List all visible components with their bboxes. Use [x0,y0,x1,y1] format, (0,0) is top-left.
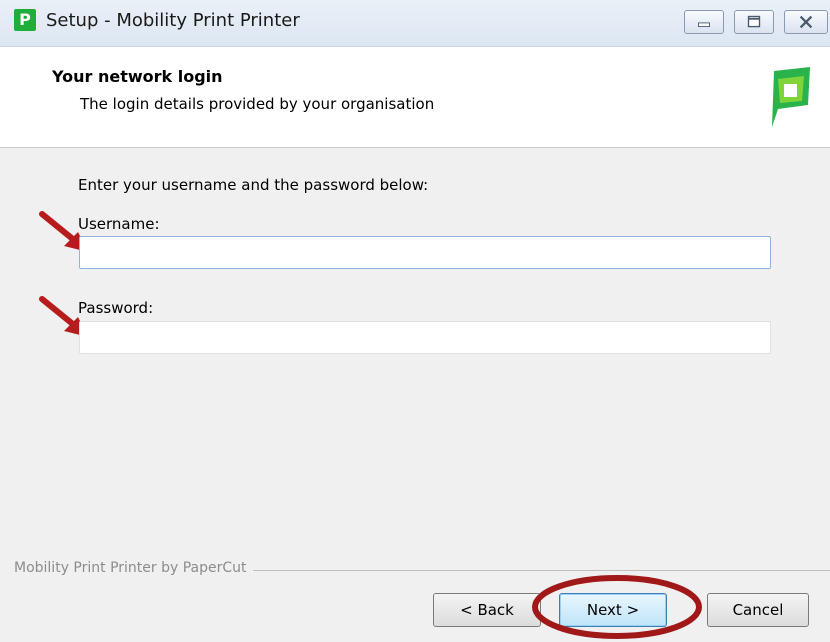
title-bar[interactable]: P Setup - Mobility Print Printer [0,0,830,47]
maximize-button[interactable] [734,10,774,34]
page-subtitle: The login details provided by your organ… [80,95,435,113]
next-button[interactable]: Next > [559,593,667,627]
setup-window: P Setup - Mobility Print Printer Your ne… [0,0,830,642]
username-label: Username: [78,215,160,233]
password-label: Password: [78,299,154,317]
cancel-button[interactable]: Cancel [707,593,809,627]
papercut-logo-icon [772,67,810,127]
username-input[interactable] [79,236,771,269]
instruction-text: Enter your username and the password bel… [78,176,429,194]
window-title: Setup - Mobility Print Printer [46,10,300,31]
password-input[interactable] [79,321,771,354]
page-title: Your network login [52,67,223,86]
maximize-icon [747,15,761,28]
close-icon [799,15,813,29]
brand-label: Mobility Print Printer by PaperCut [14,560,253,576]
minimize-button[interactable] [684,10,724,34]
papercut-app-icon: P [14,9,36,31]
close-button[interactable] [784,10,828,34]
wizard-header: Your network login The login details pro… [0,47,830,148]
back-button[interactable]: < Back [433,593,541,627]
minimize-icon [698,22,710,28]
